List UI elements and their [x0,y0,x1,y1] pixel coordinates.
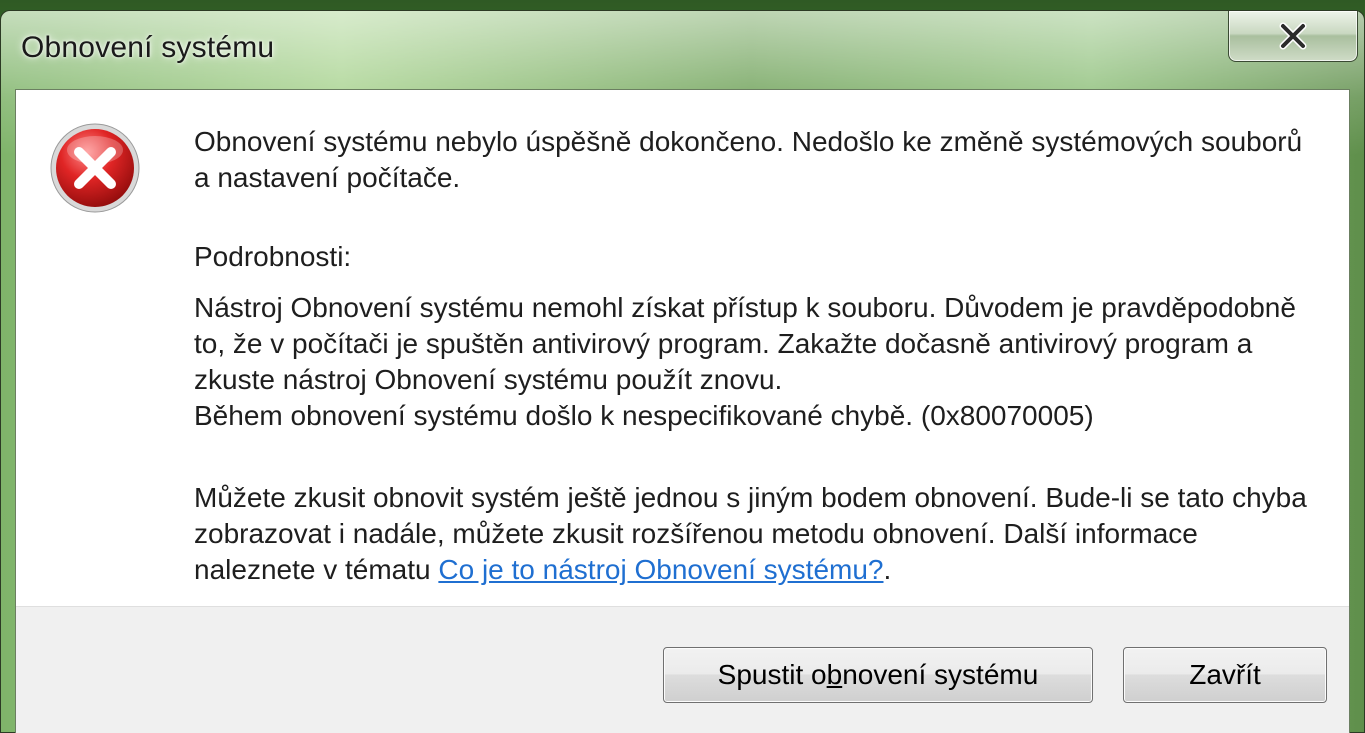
error-icon [49,122,141,214]
close-button[interactable]: Zavřít [1123,647,1327,703]
details-line-1: Nástroj Obnovení systému nemohl získat p… [194,292,1296,395]
details-text: Nástroj Obnovení systému nemohl získat p… [194,290,1314,434]
more-info-end: . [883,554,892,585]
dialog-window: Obnovení systému Obnovení systému nebylo… [0,10,1365,733]
restore-label-part1: Spustit o [717,659,827,690]
restore-label-accel: b [826,659,843,690]
start-restore-button[interactable]: Spustit o b novení systému [663,647,1093,703]
dialog-client-area: Obnovení systému nebylo úspěšně dokončen… [15,89,1350,733]
button-bar: Spustit o b novení systému Zavřít [16,606,1349,733]
close-window-button[interactable] [1228,11,1358,62]
close-x-icon [1279,22,1307,50]
details-label: Podrobnosti: [194,241,352,272]
title-bar[interactable]: Obnovení systému [1,11,1364,89]
details-line-2: Během obnovení systému došlo k nespecifi… [194,400,1094,431]
more-info-text: Můžete zkusit obnovit systém ještě jedno… [194,480,1314,588]
help-link[interactable]: Co je to nástroj Obnovení systému? [438,554,883,585]
main-instruction: Obnovení systému nebylo úspěšně dokončen… [194,126,1303,193]
window-title: Obnovení systému [21,31,275,64]
restore-label-part2: novení systému [842,659,1039,690]
message-area: Obnovení systému nebylo úspěšně dokončen… [16,90,1349,606]
